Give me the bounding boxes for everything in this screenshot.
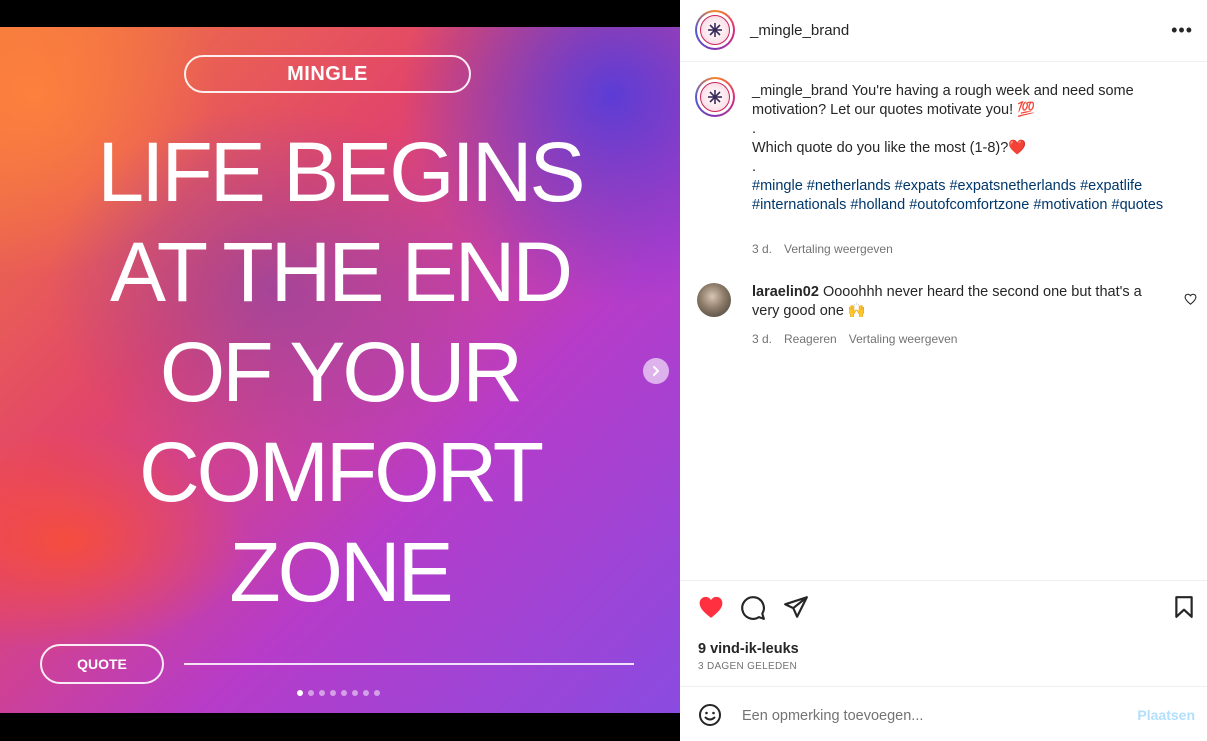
post-side-panel: _mingle_brand ••• _mingle_brand You're h… bbox=[680, 0, 1207, 741]
caption-hashtags[interactable]: #mingle #netherlands #expats #expatsneth… bbox=[752, 177, 1172, 215]
post-caption: _mingle_brand You're having a rough week… bbox=[752, 82, 1172, 215]
post-date: 3 DAGEN GELEDEN bbox=[698, 661, 797, 672]
carousel-dot bbox=[319, 690, 325, 696]
caption-dot: . bbox=[752, 121, 757, 137]
translate-link[interactable]: Vertaling weergeven bbox=[849, 332, 958, 346]
post-comment-button[interactable]: Plaatsen bbox=[1137, 707, 1195, 723]
caption-avatar[interactable] bbox=[695, 77, 735, 117]
quote-line: ZONE bbox=[229, 525, 453, 619]
post-username[interactable]: _mingle_brand bbox=[750, 22, 849, 39]
post-actions: 9 vind-ik-leuks 3 DAGEN GELEDEN bbox=[680, 580, 1207, 685]
post-media: MINGLE LIFE BEGINS AT THE END OF YOUR CO… bbox=[0, 0, 680, 741]
quote-pill: QUOTE bbox=[40, 644, 164, 684]
carousel-dot bbox=[308, 690, 314, 696]
carousel-dot bbox=[341, 690, 347, 696]
translate-link[interactable]: Vertaling weergeven bbox=[784, 242, 893, 256]
comment-button[interactable] bbox=[740, 595, 766, 626]
chevron-right-icon bbox=[653, 366, 659, 376]
caption-time: 3 d. bbox=[752, 242, 773, 256]
carousel-dot bbox=[330, 690, 336, 696]
commenter-avatar[interactable] bbox=[697, 283, 731, 317]
mingle-logo-icon bbox=[700, 82, 730, 112]
mingle-logo-icon bbox=[700, 15, 730, 45]
quote-line: LIFE BEGINS bbox=[97, 125, 585, 219]
comment-meta: 3 d. Reageren Vertaling weergeven bbox=[752, 332, 969, 346]
brand-pill: MINGLE bbox=[184, 55, 471, 93]
divider-line bbox=[184, 663, 634, 665]
carousel-dot bbox=[363, 690, 369, 696]
quote-line: AT THE END bbox=[109, 225, 573, 319]
send-icon bbox=[784, 596, 808, 618]
caption-dot: . bbox=[752, 159, 757, 175]
save-button[interactable] bbox=[1173, 595, 1195, 624]
reply-link[interactable]: Reageren bbox=[784, 332, 837, 346]
avatar[interactable] bbox=[695, 10, 735, 50]
comment-composer: Plaatsen bbox=[680, 686, 1207, 741]
post-header: _mingle_brand ••• bbox=[680, 0, 1207, 62]
comment-time: 3 d. bbox=[752, 332, 773, 346]
share-button[interactable] bbox=[783, 595, 809, 624]
comment: laraelin02 Oooohhh never heard the secon… bbox=[752, 283, 1162, 321]
quote-line: COMFORT bbox=[138, 425, 544, 519]
emoji-button[interactable] bbox=[698, 703, 722, 732]
likes-count[interactable]: 9 vind-ik-leuks bbox=[698, 641, 799, 657]
comment-input[interactable] bbox=[740, 702, 1124, 730]
smiley-icon bbox=[699, 704, 721, 726]
caption-meta: 3 d. Vertaling weergeven bbox=[752, 242, 905, 256]
comment-like-icon[interactable] bbox=[1184, 292, 1197, 310]
more-options-icon[interactable]: ••• bbox=[1171, 20, 1193, 41]
quote-line: OF YOUR bbox=[159, 325, 523, 419]
carousel-next-button[interactable] bbox=[643, 358, 669, 384]
carousel-dot bbox=[352, 690, 358, 696]
caption-username[interactable]: _mingle_brand bbox=[752, 83, 848, 99]
carousel-dots bbox=[297, 690, 380, 696]
comment-username[interactable]: laraelin02 bbox=[752, 284, 819, 300]
quote-text: LIFE BEGINS AT THE END OF YOUR COMFORT Z… bbox=[40, 122, 640, 622]
carousel-dot bbox=[374, 690, 380, 696]
heart-filled-icon bbox=[699, 596, 723, 618]
quote-image: MINGLE LIFE BEGINS AT THE END OF YOUR CO… bbox=[0, 27, 680, 713]
carousel-dot-active bbox=[297, 690, 303, 696]
bookmark-icon bbox=[1175, 596, 1193, 618]
like-button[interactable] bbox=[698, 595, 724, 624]
comment-bubble-icon bbox=[741, 596, 765, 620]
caption-question: Which quote do you like the most (1-8)?❤… bbox=[752, 140, 1027, 156]
